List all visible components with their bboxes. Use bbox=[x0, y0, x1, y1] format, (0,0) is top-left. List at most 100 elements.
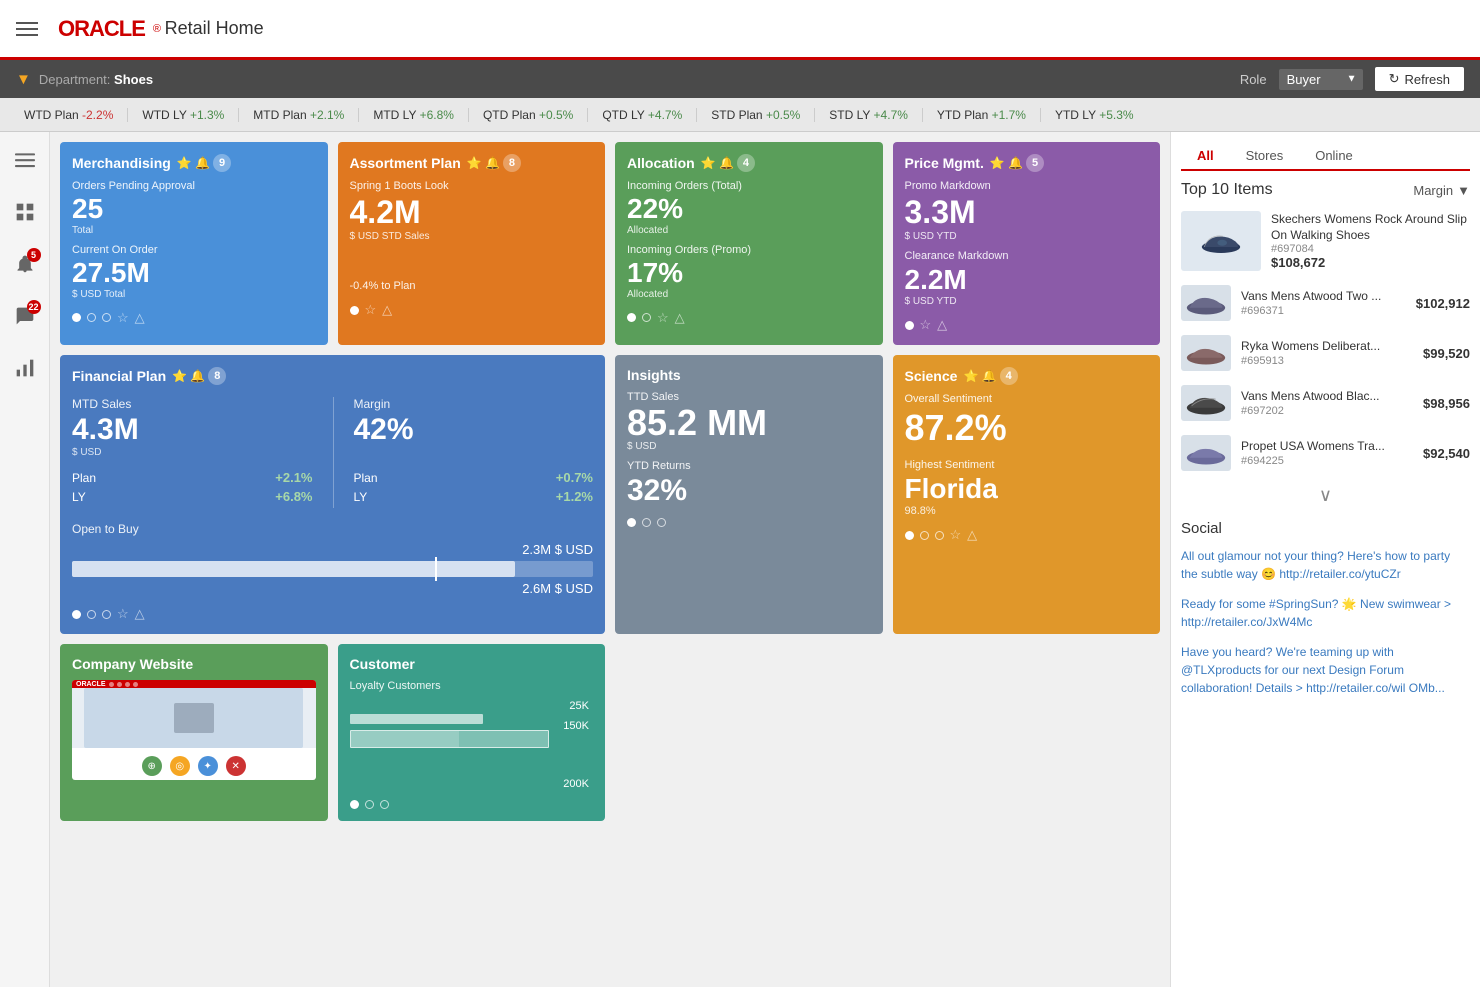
stat-ytd-ly[interactable]: YTD LY +5.3% bbox=[1041, 108, 1148, 122]
filter-area[interactable]: ▼ Department: Shoes bbox=[16, 71, 153, 88]
ytd-value: 32% bbox=[627, 474, 871, 508]
assortment-title: Assortment Plan bbox=[350, 155, 461, 171]
dashboard: Merchandising ⭐ 🔔 9 Orders Pending Appro… bbox=[50, 132, 1170, 987]
sidebar-menu-icon[interactable] bbox=[7, 142, 43, 178]
indicator-dot-2 bbox=[920, 531, 929, 540]
indicator-dot-3 bbox=[657, 518, 666, 527]
sidebar-chart-icon[interactable] bbox=[7, 350, 43, 386]
item-sku-2: #695913 bbox=[1241, 355, 1413, 367]
mtd-label: MTD Sales bbox=[72, 397, 313, 411]
incoming-value: 22% bbox=[627, 194, 871, 225]
insights-card[interactable]: Insights TTD Sales 85.2 MM $ USD YTD Ret… bbox=[615, 355, 883, 634]
sort-label: Margin bbox=[1413, 183, 1453, 198]
social-item-3[interactable]: Have you heard? We're teaming up with @T… bbox=[1181, 643, 1470, 697]
website-icon-blue: ✦ bbox=[198, 756, 218, 776]
app-title: Retail Home bbox=[165, 18, 264, 39]
fin-plan-title: Financial Plan bbox=[72, 368, 166, 384]
bar-label-25k: 25K bbox=[569, 700, 589, 712]
department-label: Department: bbox=[39, 72, 111, 87]
bar-label-150k: 150K bbox=[563, 720, 589, 732]
assortment-card[interactable]: Assortment Plan ⭐ 🔔 8 Spring 1 Boots Loo… bbox=[338, 142, 606, 345]
indicator-dot-1 bbox=[72, 610, 81, 619]
price-mgmt-title: Price Mgmt. bbox=[905, 155, 984, 171]
top-item-1[interactable]: Vans Mens Atwood Two ... #696371 $102,91… bbox=[1181, 285, 1470, 321]
right-panel: All Stores Online Top 10 Items Margin ▼ bbox=[1170, 132, 1480, 987]
promo-md-label: Promo Markdown bbox=[905, 180, 1149, 192]
price-mgmt-card[interactable]: Price Mgmt. ⭐ 🔔 5 Promo Markdown 3.3M $ … bbox=[893, 142, 1161, 345]
promo-label: Incoming Orders (Promo) bbox=[627, 244, 871, 256]
nav-dot-3 bbox=[125, 682, 130, 687]
stat-wtd-ly[interactable]: WTD LY +1.3% bbox=[128, 108, 239, 122]
allocation-indicators: ☆ △ bbox=[627, 310, 871, 326]
assortment-stars: ⭐ 🔔 8 bbox=[467, 154, 521, 172]
stat-ytd-plan[interactable]: YTD Plan +1.7% bbox=[923, 108, 1041, 122]
financial-plan-card[interactable]: Financial Plan ⭐ 🔔 8 MTD Sales 4.3M $ US… bbox=[60, 355, 605, 634]
top10-title: Top 10 Items bbox=[1181, 181, 1273, 199]
orders-sub: Total bbox=[72, 225, 316, 236]
bar-label-200k: 200K bbox=[563, 778, 589, 790]
filter-icon: ▼ bbox=[16, 71, 31, 88]
merchandising-title: Merchandising bbox=[72, 155, 171, 171]
top10-sort[interactable]: Margin ▼ bbox=[1413, 183, 1470, 198]
tab-online[interactable]: Online bbox=[1299, 142, 1369, 171]
merchandising-card[interactable]: Merchandising ⭐ 🔔 9 Orders Pending Appro… bbox=[60, 142, 328, 345]
website-icon-red: ✕ bbox=[226, 756, 246, 776]
allocation-card[interactable]: Allocation ⭐ 🔔 4 Incoming Orders (Total)… bbox=[615, 142, 883, 345]
stat-qtd-plan[interactable]: QTD Plan +0.5% bbox=[469, 108, 588, 122]
indicator-star: ☆ bbox=[117, 606, 129, 622]
social-item-2[interactable]: Ready for some #SpringSun? 🌟 New swimwea… bbox=[1181, 595, 1470, 631]
tab-all[interactable]: All bbox=[1181, 142, 1230, 171]
customer-card[interactable]: Customer Loyalty Customers 25K 150K 200K bbox=[338, 644, 606, 821]
role-dropdown[interactable]: BuyerManagerAdmin bbox=[1279, 69, 1363, 90]
margin-value: 42% bbox=[354, 413, 594, 447]
science-card[interactable]: Science ⭐ 🔔 4 Overall Sentiment 87.2% Hi… bbox=[893, 355, 1161, 634]
indicator-tri: △ bbox=[675, 310, 685, 326]
indicator-dot-1 bbox=[72, 313, 81, 322]
stat-mtd-plan[interactable]: MTD Plan +2.1% bbox=[239, 108, 359, 122]
incoming-sub: Allocated bbox=[627, 225, 871, 236]
clearance-label: Clearance Markdown bbox=[905, 250, 1149, 262]
sidebar-bell-icon[interactable]: 5 bbox=[7, 246, 43, 282]
sidebar-grid-icon[interactable] bbox=[7, 194, 43, 230]
top-item-4[interactable]: Propet USA Womens Tra... #694225 $92,540 bbox=[1181, 435, 1470, 471]
website-image-placeholder bbox=[84, 688, 303, 748]
stat-mtd-ly[interactable]: MTD LY +6.8% bbox=[359, 108, 469, 122]
company-website-card[interactable]: Company Website ORACLE ⊕ ◎ bbox=[60, 644, 328, 821]
social-item-1[interactable]: All out glamour not your thing? Here's h… bbox=[1181, 547, 1470, 583]
indicator-dot-1 bbox=[350, 306, 359, 315]
otb-bar-marker bbox=[435, 557, 437, 581]
stat-qtd-ly[interactable]: QTD LY +4.7% bbox=[588, 108, 697, 122]
science-indicators: ☆ △ bbox=[905, 527, 1149, 543]
stat-wtd-plan[interactable]: WTD Plan -2.2% bbox=[10, 108, 128, 122]
margin-label: Margin bbox=[354, 397, 594, 411]
indicator-dot-2 bbox=[642, 518, 651, 527]
stat-std-ly[interactable]: STD LY +4.7% bbox=[815, 108, 923, 122]
refresh-button[interactable]: ↻ Refresh bbox=[1375, 67, 1464, 91]
stat-std-plan[interactable]: STD Plan +0.5% bbox=[697, 108, 815, 122]
website-preview: ORACLE ⊕ ◎ ✦ ✕ bbox=[72, 680, 316, 780]
sidebar-chat-icon[interactable]: 22 bbox=[7, 298, 43, 334]
top-item-2[interactable]: Ryka Womens Deliberat... #695913 $99,520 bbox=[1181, 335, 1470, 371]
top-item-featured[interactable]: Skechers Womens Rock Around Slip On Walk… bbox=[1181, 211, 1470, 271]
hamburger-button[interactable] bbox=[16, 18, 38, 40]
indicator-star: ☆ bbox=[950, 527, 962, 543]
tab-stores[interactable]: Stores bbox=[1230, 142, 1300, 171]
show-more-button[interactable]: ∨ bbox=[1181, 485, 1470, 506]
bar-row-1 bbox=[350, 714, 484, 724]
refresh-label: Refresh bbox=[1404, 72, 1450, 87]
indicator-dot-3 bbox=[102, 610, 111, 619]
ly-label: LY bbox=[72, 490, 86, 504]
website-header: ORACLE bbox=[72, 680, 316, 688]
top-item-3[interactable]: Vans Mens Atwood Blac... #697202 $98,956 bbox=[1181, 385, 1470, 421]
website-icon-green: ⊕ bbox=[142, 756, 162, 776]
role-label: Role bbox=[1240, 72, 1267, 87]
indicator-star: ☆ bbox=[365, 302, 377, 318]
indicator-dot-2 bbox=[87, 610, 96, 619]
item-image-3 bbox=[1181, 385, 1231, 421]
fin-plan-stars: ⭐ 🔔 8 bbox=[172, 367, 226, 385]
item-name-featured: Skechers Womens Rock Around Slip On Walk… bbox=[1271, 212, 1470, 243]
highest-value: Florida bbox=[905, 473, 1149, 505]
item-sku-3: #697202 bbox=[1241, 405, 1413, 417]
indicator-star: ☆ bbox=[920, 317, 932, 333]
overall-label: Overall Sentiment bbox=[905, 393, 1149, 405]
